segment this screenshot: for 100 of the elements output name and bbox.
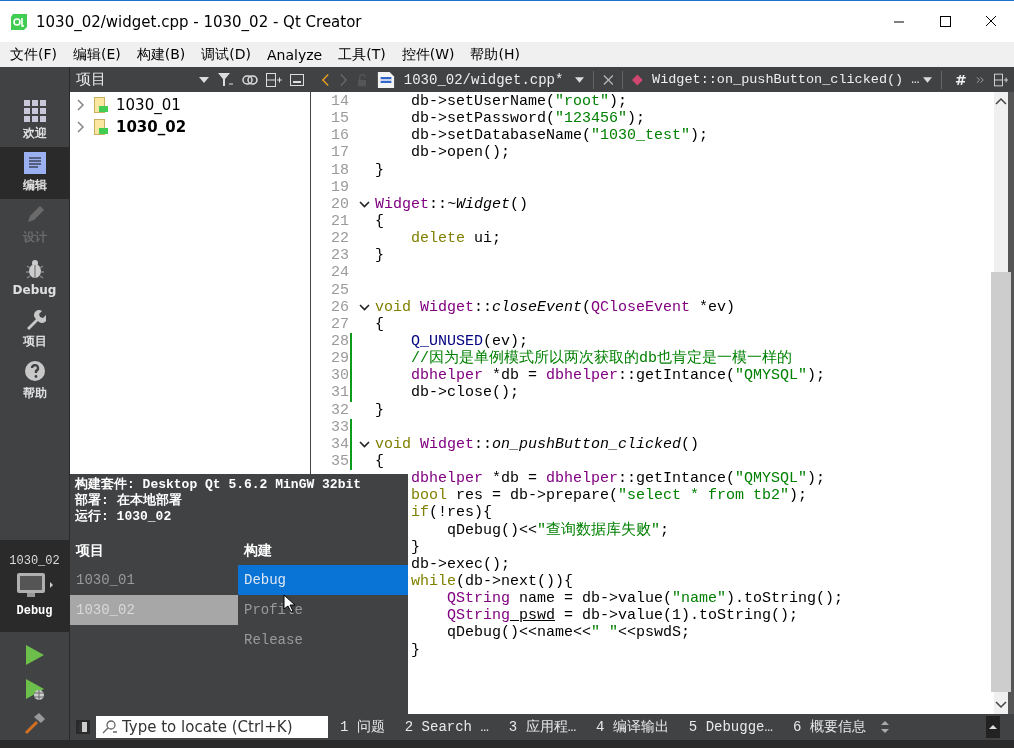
line-number: 15	[331, 110, 349, 128]
line-number: 33	[331, 418, 349, 436]
hash-button[interactable]: #	[954, 71, 967, 88]
line-number: 26	[331, 298, 349, 316]
code-line: {	[375, 213, 384, 231]
kit-info-line: 部署: 在本地部署	[74, 493, 183, 509]
panel-title: 项目	[76, 70, 107, 89]
caret-icon[interactable]	[574, 76, 584, 83]
grid-icon	[23, 100, 46, 122]
code-line: //因为是单例模式所以两次获取的db也肯定是一模一样的	[410, 350, 792, 368]
column-header: 项目	[74, 541, 105, 560]
output-tab[interactable]: 1 问题	[334, 718, 391, 736]
code-line: {	[375, 452, 384, 471]
mode-button[interactable]: Debug	[0, 251, 69, 303]
project-item[interactable]: 1030_01	[116, 96, 181, 114]
debug-run-icon[interactable]	[23, 677, 46, 701]
menu-item[interactable]: 构建(B)	[128, 45, 194, 64]
link-icon[interactable]	[242, 74, 258, 85]
line-number: 28	[331, 332, 349, 350]
line-number: 23	[331, 247, 349, 265]
project-folder-icon	[94, 119, 108, 135]
panel-icon[interactable]	[290, 73, 304, 86]
line-number: 35	[331, 452, 349, 470]
build-option[interactable]: Debug	[238, 565, 408, 595]
line-number: 31	[331, 384, 349, 402]
split-icon[interactable]	[266, 72, 282, 87]
scrollbar-thumb[interactable]	[991, 272, 1011, 692]
code-line: dbhelper *db = dbhelper::getIntance("QMYSQL");	[410, 367, 826, 385]
sidebar-toggle-icon[interactable]	[76, 720, 90, 734]
monitor-icon[interactable]	[14, 572, 55, 600]
code-line: }	[375, 247, 384, 265]
build-option[interactable]: Release	[238, 625, 408, 655]
code-line: }	[375, 161, 384, 179]
overflow-icon[interactable]	[975, 74, 985, 85]
line-number: 17	[331, 144, 349, 162]
menu-item[interactable]: Analyze	[259, 46, 331, 63]
mode-button[interactable]: 编辑	[0, 147, 69, 199]
code-line: db->exec();	[410, 555, 511, 573]
code-line: }	[410, 641, 420, 659]
locator-field[interactable]: Type to locate (Ctrl+K)	[96, 716, 328, 738]
fold-icon[interactable]	[359, 440, 370, 448]
project-item[interactable]: 1030_02	[116, 118, 187, 136]
code-line: db->open();	[410, 144, 511, 162]
code-line: db->setPassword("123456");	[410, 110, 646, 128]
target-project: 1030_02	[9, 554, 60, 568]
cpp-file-icon	[376, 69, 395, 90]
code-line: while(db->next()){	[410, 572, 574, 591]
code-line: {	[375, 315, 384, 333]
line-number: 16	[331, 127, 349, 145]
menu-item[interactable]: 工具(T)	[330, 45, 394, 64]
code-line: QString name = db->value("name").toString();	[446, 590, 844, 608]
code-line: dbhelper *db = dbhelper::getIntance("QMYSQL");	[410, 470, 826, 488]
mode-button[interactable]: 项目	[0, 303, 69, 355]
back-icon[interactable]	[321, 72, 330, 87]
bug-icon	[23, 257, 46, 280]
output-tab[interactable]: 4 编译输出	[590, 718, 675, 736]
file-selector[interactable]: 1030_02/widget.cpp*	[403, 71, 566, 88]
code-line: void Widget::closeEvent(QCloseEvent *ev)	[375, 298, 736, 316]
kit-info-line: 构建套件: Desktop Qt 5.6.2 MinGW 32bit	[74, 477, 363, 493]
code-line: db->close();	[410, 384, 520, 402]
mode-button[interactable]: 欢迎	[0, 95, 69, 147]
menu-item[interactable]: 帮助(H)	[462, 45, 528, 64]
code-line: Widget::~Widget()	[375, 195, 529, 213]
code-line: qDebug()<<"查询数据库失败";	[446, 521, 670, 539]
line-number: 22	[331, 230, 349, 248]
scroll-up-icon[interactable]	[994, 96, 1008, 106]
output-tab[interactable]: 5 Debugge…	[682, 719, 779, 735]
caret-icon[interactable]	[198, 75, 210, 84]
code-line: bool res = db->prepare("select * from tb2");	[410, 487, 808, 505]
window-title: 1030_02/widget.cpp - 1030_02 - Qt Creator	[36, 12, 363, 31]
menu-item[interactable]: 调试(D)	[193, 45, 259, 64]
filter-icon[interactable]	[218, 72, 234, 87]
mode-button[interactable]: 帮助	[0, 355, 69, 407]
split-icon[interactable]	[993, 72, 1009, 87]
menu-item[interactable]: 文件(F)	[2, 45, 65, 64]
fold-icon[interactable]	[359, 303, 370, 311]
fold-icon[interactable]	[359, 200, 370, 208]
line-number: 14	[331, 93, 349, 110]
code-line: }	[375, 401, 384, 419]
caret-icon[interactable]	[923, 76, 933, 83]
column-header: 构建	[243, 541, 273, 560]
code-line: }	[410, 538, 420, 556]
line-number: 19	[331, 178, 349, 196]
output-tab[interactable]: 3 应用程…	[502, 718, 583, 736]
chevron-icon[interactable]	[76, 99, 86, 111]
up-down-icon[interactable]	[879, 720, 890, 734]
chevron-icon[interactable]	[76, 121, 86, 133]
run-icon[interactable]	[23, 643, 46, 667]
close-icon[interactable]	[602, 73, 614, 86]
scroll-down-icon[interactable]	[994, 700, 1008, 710]
hammer-icon[interactable]	[22, 711, 47, 735]
code-line: db->setUserName("root");	[410, 93, 628, 111]
line-number: 32	[331, 401, 349, 419]
project-option[interactable]: 1030_01	[70, 565, 238, 595]
menu-item[interactable]: 编辑(E)	[65, 45, 129, 64]
kit-info-line: 运行: 1030_02	[74, 509, 173, 525]
output-tab[interactable]: 2 Search …	[398, 719, 495, 735]
maximize-panel-icon[interactable]	[986, 716, 1000, 738]
output-tab[interactable]: 6 概要信息	[786, 718, 872, 736]
menu-item[interactable]: 控件(W)	[393, 45, 463, 64]
